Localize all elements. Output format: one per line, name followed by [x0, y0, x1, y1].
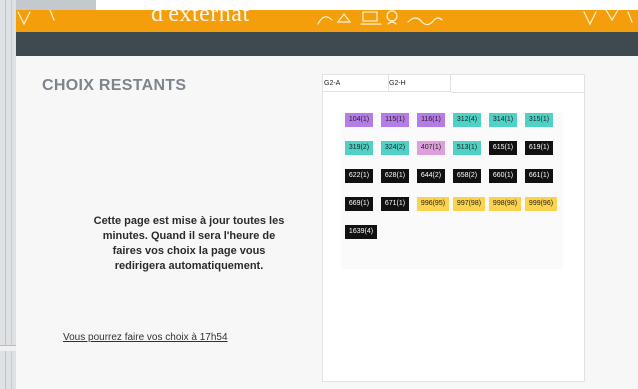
tab-label: G2-H — [389, 80, 406, 87]
header-doodles — [17, 10, 633, 26]
left-window-edge — [0, 0, 16, 389]
choice-chip: 622(1) — [345, 169, 373, 183]
info-line: minutes. Quand il sera l'heure de — [102, 230, 276, 242]
choice-chip: 619(1) — [525, 141, 553, 155]
choice-chip: 319(2) — [345, 141, 373, 155]
choice-chip: 324(2) — [381, 141, 409, 155]
info-message: Cette page est mise à jour toutes les mi… — [64, 214, 314, 274]
info-line: redirigera automatiquement. — [114, 260, 264, 272]
navigation-bar — [16, 32, 638, 56]
choice-chip: 115(1) — [381, 113, 409, 127]
edge-seam — [5, 0, 6, 389]
choice-chip: 513(1) — [453, 141, 481, 155]
choice-time-link[interactable]: Vous pourrez faire vos choix à 17h54 — [63, 332, 228, 343]
info-line: Cette page est mise à jour toutes les — [93, 215, 285, 227]
choice-chip: 104(1) — [345, 113, 373, 127]
left-edge-strip — [0, 345, 16, 351]
choice-chip: 658(2) — [453, 169, 481, 183]
choice-chip: 998(98) — [489, 197, 521, 211]
choice-chip: 644(2) — [417, 169, 445, 183]
choice-chip: 615(1) — [489, 141, 517, 155]
choice-chip: 116(1) — [417, 113, 445, 127]
page-title: CHOIX RESTANTS — [42, 77, 187, 94]
choice-chip: 314(1) — [489, 113, 517, 127]
choice-chip: 312(4) — [453, 113, 481, 127]
brand-text: d'externat — [151, 10, 250, 27]
main-content: CHOIX RESTANTS Cette page est mise à jou… — [16, 56, 638, 389]
choice-chip: 1639(4) — [345, 225, 377, 239]
tab-divider — [451, 92, 585, 93]
choice-chip: 999(96) — [525, 197, 557, 211]
tab-g2-h[interactable]: G2-H — [389, 75, 451, 92]
choice-chip: 661(1) — [525, 169, 553, 183]
top-light-bar — [16, 0, 96, 10]
choice-chip: 671(1) — [381, 197, 409, 211]
top-strip — [0, 0, 638, 10]
tab-label: G2-A — [324, 80, 341, 87]
choice-chip: 669(1) — [345, 197, 373, 211]
choice-chip: 996(95) — [417, 197, 449, 211]
info-line: faires vos choix la page vous — [112, 245, 266, 257]
choice-chip: 315(1) — [525, 113, 553, 127]
choice-chip: 660(1) — [489, 169, 517, 183]
remaining-choices-grid: 104(1) 115(1) 116(1) 312(4) 314(1) 315(1) 319(… — [341, 113, 563, 269]
choice-chip: 407(1) — [417, 141, 445, 155]
edge-seam — [11, 0, 12, 389]
tab-g2-a[interactable]: G2-A — [323, 75, 389, 92]
choice-chip: 997(98) — [453, 197, 485, 211]
site-header: d'externat — [16, 10, 638, 32]
choice-chip: 628(1) — [381, 169, 409, 183]
choices-panel: G2-A G2-H 104(1) 115(1) 116(1) 312(4) 314(1)… — [322, 74, 585, 382]
